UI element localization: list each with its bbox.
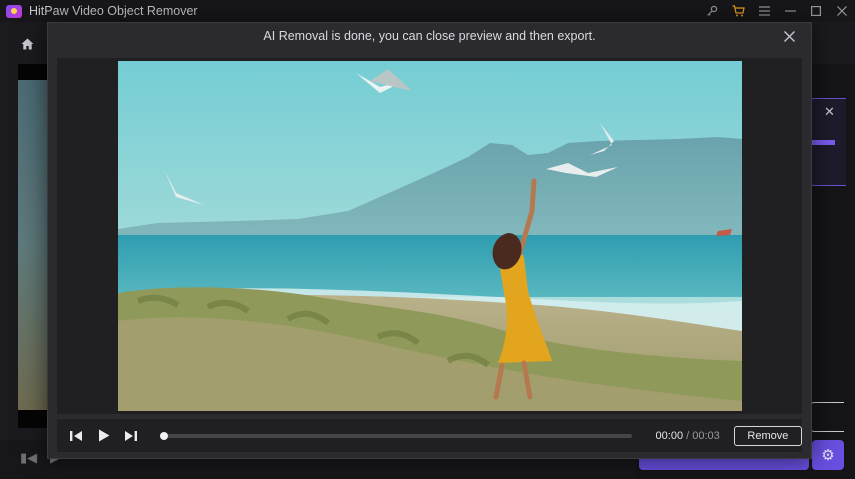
key-icon[interactable] — [699, 0, 725, 22]
workspace-outline-button[interactable] — [810, 402, 844, 432]
time-separator: / — [686, 429, 690, 442]
title-bar: HitPaw Video Object Remover — [0, 0, 855, 22]
prev-frame-icon[interactable] — [65, 425, 87, 447]
beach-scene-image — [118, 61, 742, 411]
maximize-icon[interactable] — [803, 0, 829, 22]
player-controls: 00:00 / 00:03 Remove — [57, 419, 802, 452]
app-title: HitPaw Video Object Remover — [29, 4, 198, 18]
workspace-prev-icon[interactable]: ▮◀ — [20, 450, 37, 466]
current-time: 00:00 — [655, 429, 684, 442]
playback-progress-bar[interactable] — [160, 431, 632, 440]
remove-button[interactable]: Remove — [733, 425, 802, 446]
task-card-close-icon[interactable]: ✕ — [824, 104, 835, 120]
play-icon[interactable] — [93, 425, 115, 447]
dialog-header: AI Removal is done, you can close previe… — [48, 23, 811, 49]
progress-handle[interactable] — [160, 431, 169, 440]
window-controls — [699, 0, 855, 22]
next-frame-icon[interactable] — [120, 425, 142, 447]
minimize-icon[interactable] — [777, 0, 803, 22]
preview-stage — [57, 58, 802, 414]
home-icon[interactable] — [14, 34, 40, 54]
time-display: 00:00 / 00:03 — [656, 430, 720, 442]
menu-icon[interactable] — [751, 0, 777, 22]
gear-icon[interactable]: ⚙ — [812, 440, 844, 470]
task-progress-bar — [812, 140, 835, 145]
close-icon[interactable] — [779, 26, 799, 46]
dialog-message: AI Removal is done, you can close previe… — [263, 29, 596, 43]
cart-icon[interactable] — [725, 0, 751, 22]
app-logo-icon — [6, 4, 22, 18]
duration: 00:03 — [692, 429, 720, 442]
window-close-icon[interactable] — [829, 0, 855, 22]
preview-video-frame — [118, 61, 742, 411]
preview-dialog: AI Removal is done, you can close previe… — [47, 22, 812, 459]
